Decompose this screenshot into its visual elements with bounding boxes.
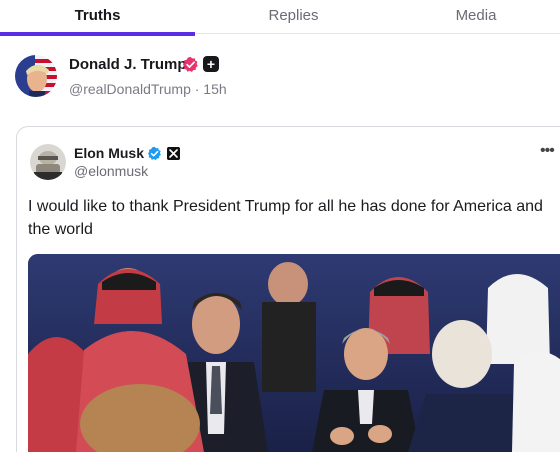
author-avatar[interactable] <box>15 55 57 97</box>
quoted-author-handle: @elonmusk <box>74 163 149 179</box>
tab-replies[interactable]: Replies <box>195 0 392 36</box>
quoted-post-photo[interactable] <box>28 254 560 452</box>
profile-tabs: Truths Replies Media <box>0 0 560 36</box>
author-name[interactable]: Donald J. Trump <box>69 56 187 73</box>
trump-avatar-icon <box>15 55 57 97</box>
plus-icon: + <box>203 56 219 72</box>
verified-icon <box>183 56 198 72</box>
quoted-author-avatar[interactable] <box>30 144 66 180</box>
author-handle-time: @realDonaldTrump · 15h <box>69 81 227 97</box>
more-options-icon[interactable]: ••• <box>540 142 555 160</box>
quoted-post-text: I would like to thank President Trump fo… <box>28 198 543 238</box>
quoted-author-name[interactable]: Elon Musk <box>74 145 144 161</box>
tab-media[interactable]: Media <box>392 0 560 36</box>
musk-avatar-icon <box>30 144 66 180</box>
group-photo-image <box>28 254 560 452</box>
active-tab-indicator <box>0 32 195 36</box>
tab-truths[interactable]: Truths <box>0 0 195 36</box>
blue-verified-icon <box>147 146 161 161</box>
x-logo-icon <box>167 147 180 160</box>
